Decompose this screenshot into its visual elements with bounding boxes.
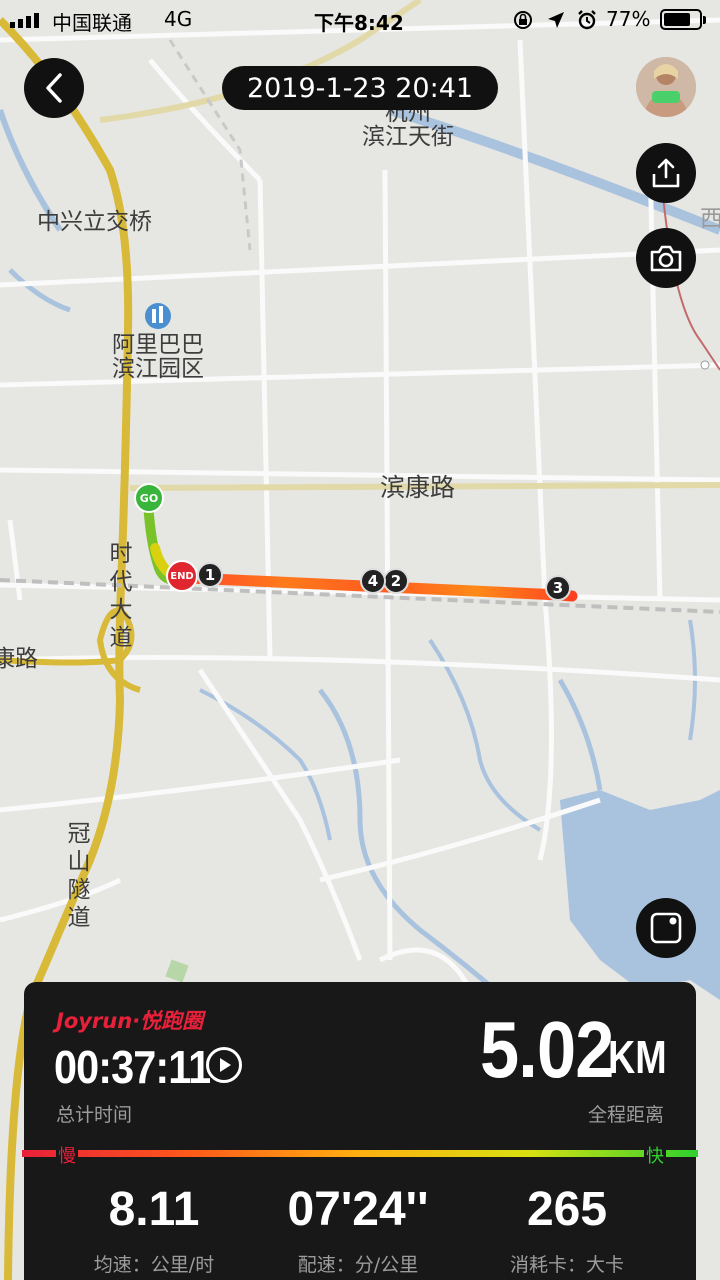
- location-icon: [548, 12, 564, 28]
- distance-unit: KM: [608, 1031, 667, 1083]
- date-time-pill: 2019-1-23 20:41: [222, 66, 498, 110]
- building-poi-icon: [145, 303, 171, 329]
- map-label-right-edge: 西: [700, 206, 720, 232]
- play-replay-button[interactable]: [206, 1047, 242, 1083]
- km-marker-1[interactable]: 1: [197, 562, 223, 588]
- distance-label: 全程距离: [587, 1104, 664, 1126]
- map-label-guanshan-tunnel: 冠山隧道: [67, 821, 91, 931]
- avg-speed-label: 均速：公里/时: [93, 1254, 215, 1276]
- calories-label: 消耗卡：大卡: [509, 1254, 624, 1276]
- status-time: 下午8:42: [314, 11, 404, 35]
- chevron-left-icon: [46, 73, 62, 103]
- signal-icon: [10, 13, 39, 28]
- map-label-left-road: 康路: [0, 646, 38, 672]
- calories-value: 265: [526, 1183, 608, 1236]
- back-button[interactable]: [24, 58, 84, 118]
- map-label-zhongxing-bridge: 中兴立交桥: [37, 209, 152, 235]
- km-marker-4[interactable]: 4: [360, 568, 386, 594]
- battery-percentage: 77%: [606, 7, 651, 31]
- total-time-label: 总计时间: [56, 1104, 133, 1126]
- camera-button[interactable]: [636, 228, 696, 288]
- pace-gradient-bar: [22, 1150, 698, 1157]
- alarm-icon: [578, 10, 596, 30]
- map-style-button[interactable]: [636, 898, 696, 958]
- map-label-binkang-road: 滨康路: [380, 473, 456, 502]
- joyrun-logo: Joyrun·悦跑圈: [56, 1005, 203, 1035]
- brand-name: Joyrun: [56, 1009, 133, 1033]
- route-end-marker[interactable]: END: [166, 560, 198, 592]
- pace-value: 07'24'': [287, 1183, 429, 1236]
- total-time-value: 00:37:11: [54, 1041, 211, 1093]
- map-label-shidai-avenue: 时代大道: [109, 541, 133, 651]
- km-marker-3[interactable]: 3: [545, 575, 571, 601]
- run-date-time: 2019-1-23 20:41: [246, 72, 474, 104]
- pace-fast-label: 快: [644, 1142, 666, 1168]
- map-label-alibaba-park: 阿里巴巴 滨江园区: [112, 332, 204, 382]
- status-bar: 中国联通 4G 下午8:42 77%: [0, 0, 720, 40]
- run-summary-panel: Joyrun·悦跑圈 00:37:11 总计时间 5.02 KM 全程距离 慢 …: [22, 982, 698, 1280]
- brand-name-cn: ·悦跑圈: [132, 1009, 204, 1033]
- rotation-lock-icon: [514, 11, 532, 29]
- avg-speed-value: 8.11: [108, 1183, 200, 1236]
- distance-value: 5.02: [480, 1005, 614, 1094]
- avatar[interactable]: [636, 57, 696, 117]
- network-type: 4G: [164, 7, 193, 31]
- pace-label: 配速：分/公里: [297, 1254, 419, 1276]
- camera-icon: [650, 245, 682, 272]
- share-button[interactable]: [636, 143, 696, 203]
- route-start-marker[interactable]: GO: [134, 483, 164, 513]
- battery-icon: [660, 9, 706, 30]
- play-icon: [220, 1058, 231, 1072]
- km-marker-2[interactable]: 2: [383, 568, 409, 594]
- pace-slow-label: 慢: [56, 1142, 78, 1168]
- map-pin-square-icon: [650, 912, 682, 944]
- share-upload-icon: [652, 158, 680, 188]
- carrier-name: 中国联通: [52, 11, 132, 35]
- avatar-image: [636, 57, 696, 117]
